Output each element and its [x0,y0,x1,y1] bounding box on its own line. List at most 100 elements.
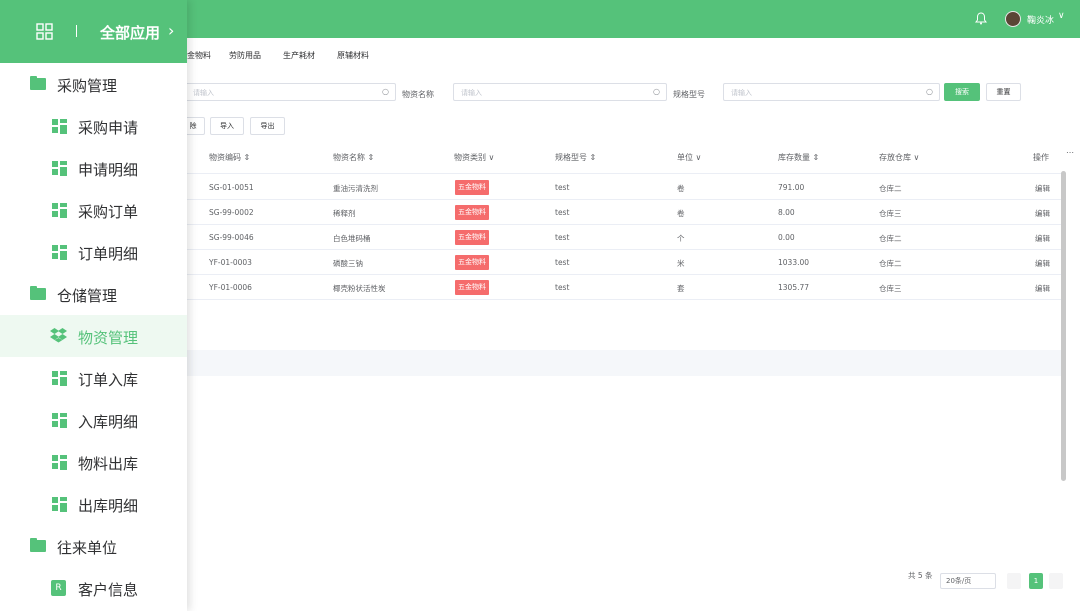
cell-qty: 1033.00 [778,258,810,267]
cell-unit: 套 [677,284,685,293]
column-settings-icon[interactable]: ⋯ [1066,148,1074,157]
cell-warehouse: 仓库二 [879,234,902,243]
menu-item-purchase-request[interactable]: 采购申请 [0,105,187,147]
menu-item-material-outbound[interactable]: 物料出库 [0,441,187,483]
table-row[interactable]: YF-01-0006 椰壳粉状活性炭 五金物料 test 套 1305.77 仓… [187,275,1062,300]
grid-tile-icon [52,161,67,176]
chevron-right-icon[interactable]: › [168,21,174,40]
nav-panel-title[interactable]: 全部应用 [100,22,160,43]
cell-code: YF-01-0003 [209,258,252,267]
menu-item-request-detail[interactable]: 申请明细 [0,147,187,189]
grid-tile-icon [52,119,67,134]
edit-link[interactable]: 编辑 [1035,258,1050,269]
menu-group-label: 往来单位 [57,539,118,557]
menu-group-label: 采购管理 [57,77,118,95]
menu-item-purchase-order[interactable]: 采购订单 [0,189,187,231]
menu-item-customer-info[interactable]: R 客户信息 [0,567,187,609]
edit-link[interactable]: 编辑 [1035,183,1050,194]
menu-item-order-inbound[interactable]: 订单入库 [0,357,187,399]
col-category[interactable]: 物资类别 ∨ [454,152,494,163]
search-icon[interactable]: ○ [653,87,660,96]
cell-unit: 卷 [677,184,685,193]
header-separator [76,25,77,37]
menu-item-label: 物料出库 [78,455,139,473]
menu-group-label: 仓储管理 [57,287,118,305]
prev-page-button[interactable] [1007,573,1021,589]
search-icon[interactable]: ○ [382,87,389,96]
folder-icon [30,76,46,90]
menu-item-inbound-detail[interactable]: 入库明细 [0,399,187,441]
cell-unit: 个 [677,234,685,243]
grid-tile-icon [52,371,67,386]
tab-protective-supplies[interactable]: 劳防用品 [229,50,261,61]
cell-name: 重油污清洗剂 [333,184,378,193]
table-row[interactable]: SG-01-0051 重油污清洗剂 五金物料 test 卷 791.00 仓库二… [187,175,1062,200]
menu-group-warehouse[interactable]: 仓储管理 [0,273,187,315]
cell-model: test [555,258,570,267]
vertical-scrollbar[interactable] [1061,171,1066,481]
cell-qty: 791.00 [778,183,805,192]
nav-panel-header[interactable]: 全部应用 › [0,0,187,63]
spec-model-input[interactable]: 请输入 ○ [723,83,940,101]
reset-button[interactable]: 重置 [986,83,1021,101]
menu-item-label: 客户信息 [78,581,139,599]
material-name-label: 物资名称 [402,90,434,99]
edit-link[interactable]: 编辑 [1035,283,1050,294]
cell-model: test [555,208,570,217]
tab-production-consumables[interactable]: 生产耗材 [283,50,315,61]
col-actions: 操作 [1033,153,1049,162]
tab-hardware[interactable]: 金物料 [187,50,211,61]
nav-panel: 全部应用 › 采购管理 采购申请 申请明细 采购订单 订单明细 仓储管理 物资管… [0,0,187,611]
search-button[interactable]: 搜索 [944,83,980,101]
tab-raw-materials[interactable]: 原辅材料 [337,50,369,61]
cell-name: 稀释剂 [333,209,356,218]
export-button[interactable]: 导出 [250,117,285,135]
col-warehouse[interactable]: 存放仓库 ∨ [879,152,919,163]
grid-tile-icon [52,245,67,260]
table-empty-area [187,350,1062,376]
menu-group-partners[interactable]: 往来单位 [0,525,187,567]
col-code[interactable]: 物资编码 ⇕ [209,152,250,163]
page-size-select[interactable]: 20条/页 [940,573,996,589]
table-row[interactable]: YF-01-0003 磷酸三钠 五金物料 test 米 1033.00 仓库二 … [187,250,1062,275]
search-icon[interactable]: ○ [926,87,933,96]
dropbox-cube-icon [50,328,67,343]
cell-model: test [555,283,570,292]
col-qty[interactable]: 库存数量 ⇕ [778,152,819,163]
next-page-button[interactable] [1049,573,1063,589]
cell-warehouse: 仓库二 [879,184,902,193]
user-name[interactable]: 鞠炎冰 [1027,13,1054,26]
page-number-current[interactable]: 1 [1029,573,1043,589]
menu-item-label: 申请明细 [78,161,139,179]
page-size-value: 20条/页 [946,577,972,585]
user-avatar[interactable] [1005,11,1021,27]
chevron-down-icon[interactable]: ∨ [1058,11,1065,21]
grid-tile-icon [52,455,67,470]
folder-icon [30,538,46,552]
apps-grid-icon[interactable] [36,23,53,40]
menu-item-material-management[interactable]: 物资管理 [0,315,187,357]
edit-link[interactable]: 编辑 [1035,208,1050,219]
grid-tile-icon [52,203,67,218]
col-unit[interactable]: 单位 ∨ [677,152,701,163]
menu-item-order-detail[interactable]: 订单明细 [0,231,187,273]
menu-group-procurement[interactable]: 采购管理 [0,63,187,105]
cell-qty: 0.00 [778,233,795,242]
cell-unit: 卷 [677,209,685,218]
cell-code: YF-01-0006 [209,283,252,292]
cell-code: SG-99-0002 [209,208,254,217]
edit-link[interactable]: 编辑 [1035,233,1050,244]
table-row[interactable]: SG-99-0046 白色堆码桶 五金物料 test 个 0.00 仓库二 编辑 [187,225,1062,250]
category-tag: 五金物料 [455,230,489,245]
table-row[interactable]: SG-99-0002 稀释剂 五金物料 test 卷 8.00 仓库三 编辑 [187,200,1062,225]
category-tag: 五金物料 [455,280,489,295]
menu-item-outbound-detail[interactable]: 出库明细 [0,483,187,525]
filter-input-1[interactable]: 请输入 ○ [185,83,396,101]
material-name-input[interactable]: 请输入 ○ [453,83,667,101]
import-button[interactable]: 导入 [210,117,244,135]
menu-item-label: 出库明细 [78,497,139,515]
bell-icon[interactable] [975,12,987,25]
placeholder: 请输入 [193,89,214,97]
col-name[interactable]: 物资名称 ⇕ [333,152,374,163]
col-model[interactable]: 规格型号 ⇕ [555,152,596,163]
